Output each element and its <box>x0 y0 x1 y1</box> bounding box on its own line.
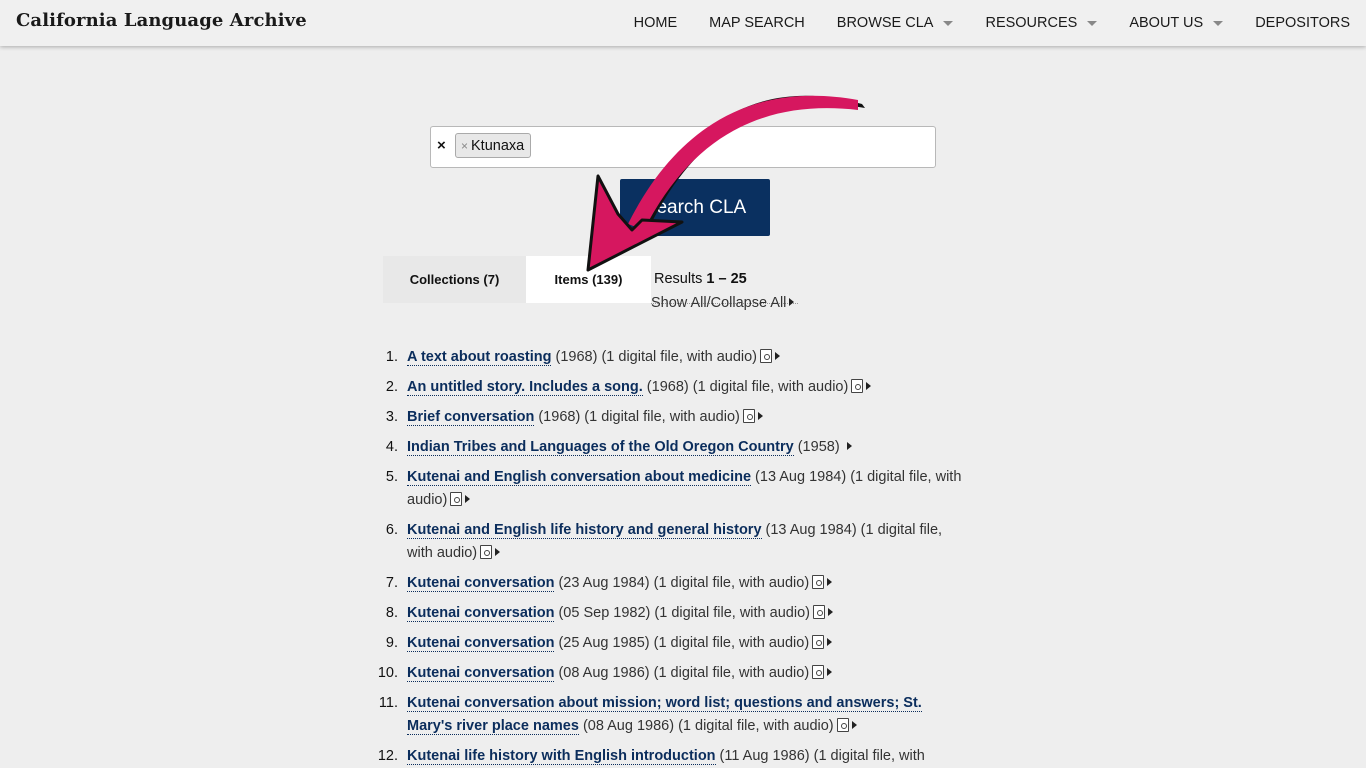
result-item: 10. Kutenai conversation (08 Aug 1986) (1… <box>370 662 970 685</box>
result-meta: (23 Aug 1984) (1 digital file, with audi… <box>554 575 810 591</box>
result-number: 7. <box>385 575 398 591</box>
expand-caret-icon[interactable] <box>851 721 857 729</box>
audio-file-icon <box>450 492 463 506</box>
result-number: 8. <box>385 605 398 621</box>
site-header: California Language Archive HOME MAP SEA… <box>0 0 1366 46</box>
result-number: 9. <box>385 635 398 651</box>
expand-caret-icon[interactable] <box>827 668 833 676</box>
chevron-down-icon <box>1087 20 1098 26</box>
nav-browse-cla[interactable]: BROWSE CLA <box>837 15 954 31</box>
expand-caret-icon[interactable] <box>465 495 471 503</box>
results-prefix: Results <box>654 271 707 287</box>
result-item: 7. Kutenai conversation (23 Aug 1984) (1 … <box>370 572 970 595</box>
tab-items[interactable]: Items (139) <box>526 256 651 303</box>
result-meta: (05 Sep 1982) (1 digital file, with audi… <box>554 605 810 621</box>
nav-browse-cla-label: BROWSE CLA <box>836 15 934 31</box>
show-all-label: Show All/Collapse All <box>651 295 787 311</box>
result-item: 11. Kutenai conversation about mission; w… <box>370 692 970 738</box>
expand-caret-icon[interactable] <box>827 608 833 616</box>
nav-home-label: HOME <box>633 15 678 31</box>
result-meta: (1968) (1 digital file, with audio) <box>642 379 849 395</box>
result-item: 8. Kutenai conversation (05 Sep 1982) (1 … <box>370 602 970 625</box>
result-number: 10. <box>377 665 398 681</box>
nav-map-search[interactable]: MAP SEARCH <box>709 15 805 31</box>
result-item: 12. Kutenai life history with English int… <box>370 745 970 768</box>
result-title-link[interactable]: An untitled story. Includes a song. <box>407 379 643 396</box>
chevron-down-icon <box>943 20 954 26</box>
audio-file-icon <box>851 379 864 393</box>
site-title[interactable]: California Language Archive <box>16 10 307 31</box>
audio-file-icon <box>812 665 825 679</box>
result-number: 4. <box>385 439 398 455</box>
result-item: 3. Brief conversation (1968) (1 digital f… <box>370 406 970 429</box>
result-number: 11. <box>378 695 398 711</box>
result-title-link[interactable]: Kutenai conversation <box>407 635 555 652</box>
results-range: 1 – 25 <box>706 271 747 287</box>
result-title-link[interactable]: Kutenai life history with English introd… <box>407 748 716 765</box>
language-search-input[interactable]: × × Ktunaxa <box>430 126 936 168</box>
audio-file-icon <box>836 718 849 732</box>
result-number: 1. <box>385 349 398 365</box>
search-button[interactable]: Search CLA <box>620 179 770 236</box>
result-number: 2. <box>385 379 398 395</box>
result-item: 5. Kutenai and English conversation about… <box>370 466 970 512</box>
result-item: 1. A text about roasting (1968) (1 digita… <box>370 346 970 369</box>
nav-resources-label: RESOURCES <box>985 15 1078 31</box>
result-title-link[interactable]: Kutenai and English conversation about m… <box>407 469 752 486</box>
result-meta: (1968) (1 digital file, with audio) <box>551 349 758 365</box>
tab-collections[interactable]: Collections (7) <box>383 256 526 303</box>
expand-caret-icon[interactable] <box>775 352 781 360</box>
result-item: 4. Indian Tribes and Languages of the Old… <box>370 436 970 459</box>
nav-about-us-label: ABOUT US <box>1129 15 1204 31</box>
result-item: 2. An untitled story. Includes a song. (1… <box>370 376 970 399</box>
chevron-down-icon <box>1213 20 1224 26</box>
result-item: 9. Kutenai conversation (25 Aug 1985) (1 … <box>370 632 970 655</box>
result-meta: (1968) (1 digital file, with audio) <box>534 409 740 425</box>
chip-label: Ktunaxa <box>471 137 525 154</box>
result-title-link[interactable]: Brief conversation <box>407 409 535 426</box>
results-count: Results 1 – 25 <box>654 271 747 287</box>
expand-caret-icon[interactable] <box>866 382 872 390</box>
audio-file-icon <box>742 409 755 423</box>
results-list: 1. A text about roasting (1968) (1 digita… <box>370 346 970 768</box>
expand-caret-icon[interactable] <box>827 638 833 646</box>
caret-right-icon <box>789 298 795 306</box>
nav-depositors[interactable]: DEPOSITORS <box>1255 15 1350 31</box>
audio-file-icon <box>812 635 825 649</box>
nav-map-search-label: MAP SEARCH <box>709 15 805 31</box>
nav-resources[interactable]: RESOURCES <box>985 15 1098 31</box>
result-item: 6. Kutenai and English life history and g… <box>370 519 970 565</box>
expand-caret-icon[interactable] <box>827 578 833 586</box>
remove-chip-icon[interactable]: × <box>461 139 468 153</box>
result-title-link[interactable]: Indian Tribes and Languages of the Old O… <box>407 439 794 456</box>
result-title-link[interactable]: A text about roasting <box>407 349 552 366</box>
audio-file-icon <box>760 349 773 363</box>
audio-file-icon <box>812 575 825 589</box>
expand-caret-icon[interactable] <box>495 548 501 556</box>
result-number: 6. <box>385 522 398 538</box>
result-title-link[interactable]: Kutenai and English life history and gen… <box>407 522 762 539</box>
expand-caret-icon[interactable] <box>846 442 852 450</box>
result-title-link[interactable]: Kutenai conversation <box>407 575 555 592</box>
main-nav: HOME MAP SEARCH BROWSE CLA RESOURCES ABO… <box>634 0 1350 46</box>
audio-file-icon <box>812 605 825 619</box>
clear-search-icon[interactable]: × <box>437 137 446 154</box>
result-meta: (08 Aug 1986) (1 digital file, with audi… <box>554 665 810 681</box>
result-title-link[interactable]: Kutenai conversation <box>407 605 555 622</box>
result-number: 12. <box>377 748 398 764</box>
nav-home[interactable]: HOME <box>634 15 678 31</box>
search-chip: × Ktunaxa <box>455 133 532 158</box>
show-all-toggle[interactable]: Show All/Collapse All <box>651 295 795 311</box>
expand-caret-icon[interactable] <box>757 412 763 420</box>
result-meta: (08 Aug 1986) (1 digital file, with audi… <box>578 718 834 734</box>
result-meta: (1958) <box>793 439 844 455</box>
nav-about-us[interactable]: ABOUT US <box>1129 15 1224 31</box>
nav-depositors-label: DEPOSITORS <box>1255 15 1350 31</box>
audio-file-icon <box>480 545 493 559</box>
result-title-link[interactable]: Kutenai conversation <box>407 665 555 682</box>
result-number: 3. <box>385 409 398 425</box>
result-number: 5. <box>385 469 398 485</box>
result-meta: (25 Aug 1985) (1 digital file, with audi… <box>554 635 810 651</box>
result-meta: (11 Aug 1986) (1 digital file, with <box>715 748 925 764</box>
